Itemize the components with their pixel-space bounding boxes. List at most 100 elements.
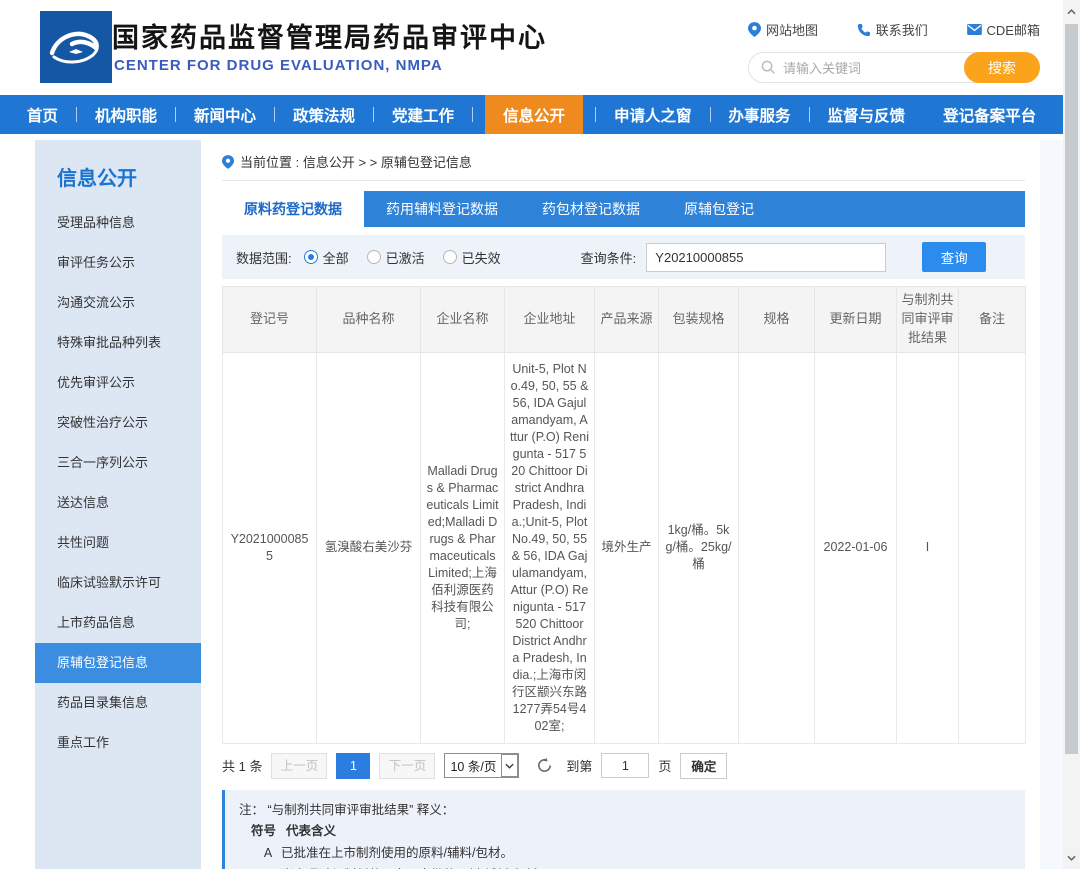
chevron-down-icon bbox=[501, 754, 518, 777]
sidebar-item-accepted-varieties[interactable]: 受理品种信息 bbox=[35, 203, 201, 243]
scroll-up-arrow[interactable] bbox=[1063, 3, 1080, 20]
location-pin-icon bbox=[748, 22, 761, 37]
page-title: 国家药品监督管理局药品审评中心 bbox=[112, 16, 547, 55]
col-source: 产品来源 bbox=[595, 287, 659, 353]
tab-apie-registration[interactable]: 原辅包登记 bbox=[662, 191, 776, 227]
envelope-icon bbox=[967, 24, 982, 35]
sidebar-item-common-issues[interactable]: 共性问题 bbox=[35, 523, 201, 563]
contact-label: 联系我们 bbox=[876, 20, 928, 39]
tab-packaging-registration-data[interactable]: 药包材登记数据 bbox=[520, 191, 662, 227]
radio-activated-label: 已激活 bbox=[386, 248, 425, 267]
sidebar: 信息公开 受理品种信息 审评任务公示 沟通交流公示 特殊审批品种列表 优先审评公… bbox=[35, 140, 201, 869]
query-input[interactable] bbox=[646, 243, 886, 272]
table-header-row: 登记号 品种名称 企业名称 企业地址 产品来源 包装规格 规格 更新日期 与制剂… bbox=[223, 287, 1026, 353]
sidebar-item-communication[interactable]: 沟通交流公示 bbox=[35, 283, 201, 323]
col-remark: 备注 bbox=[959, 287, 1026, 353]
nav-item-applicant-window[interactable]: 申请人之窗 bbox=[608, 95, 698, 134]
phone-icon bbox=[857, 23, 871, 37]
sidebar-item-apie-registration[interactable]: 原辅包登记信息 bbox=[35, 643, 201, 683]
scrollbar-thumb[interactable] bbox=[1065, 24, 1078, 754]
goto-unit: 页 bbox=[658, 756, 671, 775]
cde-logo[interactable] bbox=[40, 11, 112, 83]
sidebar-item-drug-catalog[interactable]: 药品目录集信息 bbox=[35, 683, 201, 723]
tab-api-registration-data[interactable]: 原料药登记数据 bbox=[222, 191, 364, 227]
nav-item-supervision[interactable]: 监督与反馈 bbox=[822, 95, 912, 134]
search-placeholder: 请输入关键词 bbox=[783, 58, 861, 77]
cell-company: Malladi Drugs & Pharmaceuticals Limited;… bbox=[421, 352, 505, 743]
main-content: 当前位置 : 信息公开 > > 原辅包登记信息 原料药登记数据 药用辅料登记数据… bbox=[207, 140, 1040, 869]
browser-viewport: 国家药品监督管理局药品审评中心 CENTER FOR DRUG EVALUATI… bbox=[0, 0, 1063, 869]
sidebar-item-review-tasks[interactable]: 审评任务公示 bbox=[35, 243, 201, 283]
refresh-button[interactable] bbox=[536, 757, 553, 774]
sidebar-item-breakthrough-therapy[interactable]: 突破性治疗公示 bbox=[35, 403, 201, 443]
sidebar-item-delivery-info[interactable]: 送达信息 bbox=[35, 483, 201, 523]
sidebar-item-clinical-trial-license[interactable]: 临床试验默示许可 bbox=[35, 563, 201, 603]
sidebar-item-key-work[interactable]: 重点工作 bbox=[35, 723, 201, 763]
cell-spec bbox=[739, 352, 815, 743]
next-page-button[interactable]: 下一页 bbox=[379, 753, 435, 779]
nav-item-functions[interactable]: 机构职能 bbox=[89, 95, 163, 134]
nav-item-news[interactable]: 新闻中心 bbox=[188, 95, 262, 134]
col-address: 企业地址 bbox=[505, 287, 595, 353]
nav-item-info-disclosure[interactable]: 信息公开 bbox=[485, 95, 583, 134]
page-subtitle: CENTER FOR DRUG EVALUATION, NMPA bbox=[114, 57, 443, 74]
radio-icon bbox=[443, 250, 457, 264]
scope-label: 数据范围: bbox=[236, 248, 292, 267]
note-row-i: I 尚未通过与制剂共同审评审批的原料/辅料/包材。 bbox=[239, 865, 1011, 869]
tab-excipient-registration-data[interactable]: 药用辅料登记数据 bbox=[364, 191, 520, 227]
radio-all[interactable]: 全部 bbox=[304, 248, 349, 267]
col-company: 企业名称 bbox=[421, 287, 505, 353]
note-box: 注： “与制剂共同审评审批结果” 释义： 符号 代表含义 A 已批准在上市制剂使… bbox=[222, 790, 1025, 869]
body-row: 信息公开 受理品种信息 审评任务公示 沟通交流公示 特殊审批品种列表 优先审评公… bbox=[0, 134, 1063, 869]
total-count: 共 1 条 bbox=[222, 756, 262, 775]
sidebar-item-marketed-drugs[interactable]: 上市药品信息 bbox=[35, 603, 201, 643]
header-search: 请输入关键词 搜索 bbox=[748, 52, 1040, 83]
contact-link[interactable]: 联系我们 bbox=[857, 20, 928, 39]
swan-logo-icon bbox=[40, 11, 112, 83]
pagination: 共 1 条 上一页 1 下一页 10 条/页 bbox=[222, 753, 1025, 779]
page-number-1[interactable]: 1 bbox=[336, 753, 370, 779]
cde-mail-label: CDE邮箱 bbox=[987, 20, 1040, 39]
page-size-select[interactable]: 10 条/页 bbox=[444, 753, 519, 778]
note-meaning-a: 已批准在上市制剂使用的原料/辅料/包材。 bbox=[281, 843, 513, 865]
page: 国家药品监督管理局药品审评中心 CENTER FOR DRUG EVALUATI… bbox=[0, 0, 1080, 869]
sidebar-item-priority-review[interactable]: 优先审评公示 bbox=[35, 363, 201, 403]
goto-page-input[interactable] bbox=[601, 753, 649, 778]
scrollbar[interactable] bbox=[1063, 0, 1080, 869]
chevron-up-icon bbox=[1067, 9, 1076, 15]
location-pin-icon bbox=[222, 155, 234, 169]
query-button[interactable]: 查询 bbox=[922, 242, 986, 272]
nav-gap bbox=[911, 95, 937, 134]
nav-item-home[interactable]: 首页 bbox=[21, 95, 64, 134]
cell-source: 境外生产 bbox=[595, 352, 659, 743]
note-meaning-i: 尚未通过与制剂共同审评审批的原料/辅料/包材。 bbox=[281, 865, 550, 869]
cell-name: 氢溴酸右美沙芬 bbox=[317, 352, 421, 743]
radio-activated[interactable]: 已激活 bbox=[367, 248, 425, 267]
nav-item-registration-platform[interactable]: 登记备案平台 bbox=[937, 95, 1042, 134]
confirm-button[interactable]: 确定 bbox=[680, 753, 727, 779]
breadcrumb: 当前位置 : 信息公开 > > 原辅包登记信息 bbox=[222, 152, 1025, 181]
cell-reg-no: Y20210000855 bbox=[223, 352, 317, 743]
radio-expired[interactable]: 已失效 bbox=[443, 248, 501, 267]
search-button[interactable]: 搜索 bbox=[964, 52, 1040, 83]
chevron-down-icon bbox=[1067, 855, 1076, 861]
scroll-down-arrow[interactable] bbox=[1063, 849, 1080, 866]
nav-separator bbox=[76, 107, 77, 122]
prev-page-button[interactable]: 上一页 bbox=[271, 753, 327, 779]
breadcrumb-text: 当前位置 : 信息公开 > > 原辅包登记信息 bbox=[240, 152, 472, 171]
refresh-icon bbox=[536, 757, 553, 774]
cde-mail-link[interactable]: CDE邮箱 bbox=[967, 20, 1040, 39]
main-nav: 首页 机构职能 新闻中心 政策法规 党建工作 信息公开 申请人之窗 办事服务 监… bbox=[0, 95, 1063, 134]
sitemap-link[interactable]: 网站地图 bbox=[748, 20, 818, 39]
cell-package: 1kg/桶。5kg/桶。25kg/桶 bbox=[659, 352, 739, 743]
nav-item-services[interactable]: 办事服务 bbox=[723, 95, 797, 134]
query-label: 查询条件: bbox=[581, 248, 637, 267]
table-row: Y20210000855 氢溴酸右美沙芬 Malladi Drugs & Pha… bbox=[223, 352, 1026, 743]
sitemap-label: 网站地图 bbox=[766, 20, 818, 39]
radio-all-label: 全部 bbox=[323, 248, 349, 267]
sidebar-item-three-in-one[interactable]: 三合一序列公示 bbox=[35, 443, 201, 483]
nav-item-party[interactable]: 党建工作 bbox=[386, 95, 460, 134]
nav-item-policy[interactable]: 政策法规 bbox=[287, 95, 361, 134]
col-spec: 规格 bbox=[739, 287, 815, 353]
sidebar-item-special-approval[interactable]: 特殊审批品种列表 bbox=[35, 323, 201, 363]
